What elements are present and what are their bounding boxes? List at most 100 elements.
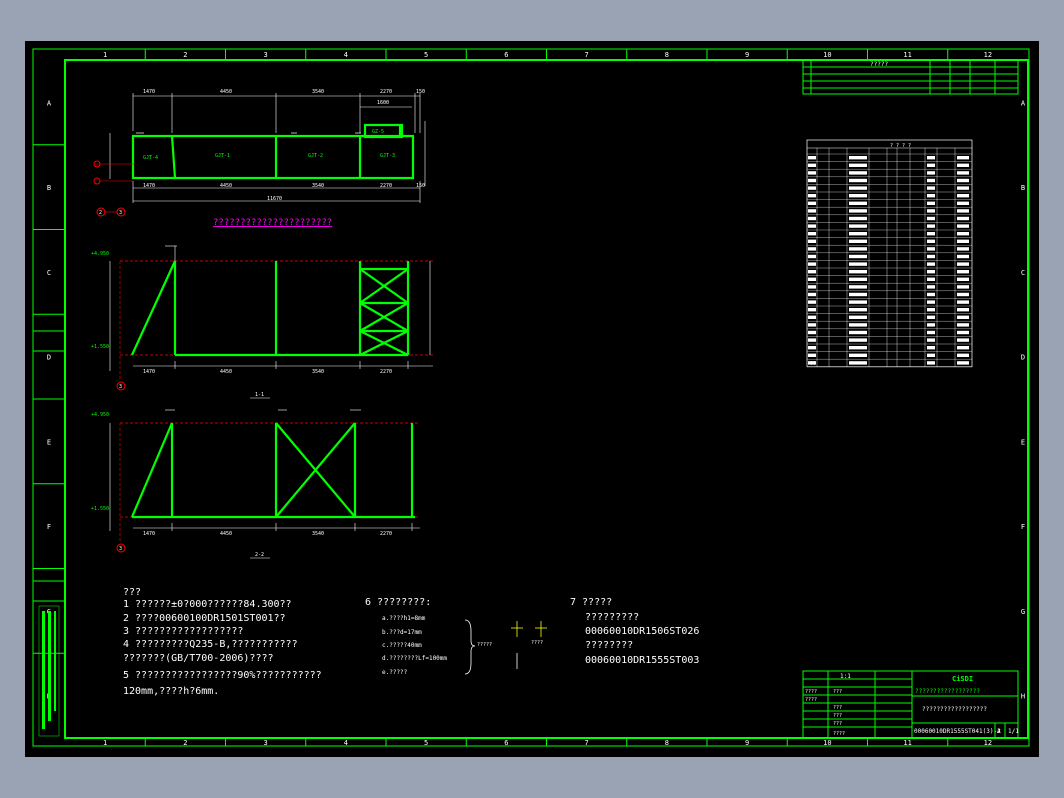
table-cell-text [957,270,969,274]
member-label: GJT-3 [380,153,395,159]
table-cell-text [957,361,969,365]
member-label: GJT-4 [143,155,158,161]
member-label: GJT-1 [215,153,230,159]
column-number: 8 [665,51,669,59]
row-letter: A [47,99,52,107]
drawing-number: 00060010DR1555ST041(3)-2 [914,728,1001,735]
table-cell-text [957,323,969,327]
table-cell-text [808,209,816,213]
table-cell-text [808,224,816,228]
column-number: 7 [585,739,589,747]
table-cell-text [808,194,816,198]
row-grid-ticks: AABBCCDDEEFFGGHH [33,99,1029,701]
note-line: 3 ?????????????????? [123,626,243,637]
table-cell-text [808,186,816,190]
notes-heading: ??? [123,587,141,598]
table-cell-text [808,247,816,251]
column-number: 2 [183,51,187,59]
plan-dim: 3540 [312,89,324,95]
table-cell-text [849,353,867,357]
plan-mark: 2 [99,210,102,216]
table-cell-text [927,330,935,335]
column-number: 8 [665,739,669,747]
elev1-mark: 3 [119,384,122,390]
weld-brace-label: ????? [477,642,492,648]
table-cell-text [808,232,816,236]
reference-notes: 7 ????? ????????? 00060010DR1506ST026 ??… [570,597,699,666]
table-cell-text [927,292,935,297]
table-cell-text [957,224,969,228]
elev-dim: 1470 [143,531,155,537]
table-cell-text [849,156,867,160]
table-cell-text [957,209,969,213]
table-cell-text [927,277,935,281]
general-notes: ??? 1 ??????±0?000??????84.300?? 2 ????0… [123,587,322,697]
table-cell-text [808,171,816,175]
elev-dim: 3540 [312,531,324,537]
table-cell-text [849,216,867,221]
table-cell-text [927,194,935,198]
scale: 1:1 [840,673,851,680]
note-line: ???????(GB/T700-2006)???? [123,653,274,664]
table-cell-text [849,270,867,274]
plan-title: ?????????????????????? [213,218,332,228]
table-cell-text [808,292,816,297]
table-cell-text [808,216,816,221]
material-table: ?? [806,139,973,368]
weld-line: a.????h1=8mm [382,615,426,622]
column-number: 10 [823,739,831,747]
column-number: 2 [183,739,187,747]
weld-heading: 6 ????????: [365,597,431,608]
level-top: +4.950 [91,412,109,418]
table-cell-text [957,194,969,198]
plan-dim: 4450 [220,183,232,189]
table-cell-text [808,277,816,281]
column-number: 11 [903,739,911,747]
tb-row: ???? [805,697,817,703]
plan-mark: 3 [119,210,122,216]
column-number: 5 [424,739,428,747]
column-number: 9 [745,51,749,59]
column-number: 5 [424,51,428,59]
column-number: 12 [984,739,992,747]
elev-dim: 2270 [380,531,392,537]
row-letter: C [1021,269,1025,277]
table-cell-text [927,156,935,160]
elev2-mark: 3 [119,546,122,552]
plan-view: 2 3 ?????????????????????? 1470 4450 354… [93,89,426,228]
drawing-name: ?????????????????? [922,706,987,713]
table-cell-text [957,216,969,221]
table-cell-text [927,262,935,266]
plan-dim: 2270 [380,183,392,189]
table-cell-text [808,338,816,342]
table-cell-text [849,285,867,289]
elev2-caption: 2-2 [255,552,264,558]
elev-dim: 4450 [220,531,232,537]
tb-row: ??? [833,689,842,695]
table-cell-text [849,300,867,304]
table-cell-text [957,308,969,312]
material-table-title: ? ? ? ? [890,143,911,149]
column-number: 4 [344,51,348,59]
table-cell-text [957,186,969,190]
table-cell-text [957,178,969,183]
ref-line: ???????? [585,640,633,651]
table-cell-text [957,247,969,251]
table-cell-text [849,163,867,167]
company-code: CiSDI [952,675,973,683]
column-number: 11 [903,51,911,59]
note-line: 1 ??????±0?000??????84.300?? [123,599,292,610]
ref-line: ????????? [585,612,639,623]
column-number: 3 [264,51,268,59]
tb-row: ??? [833,713,842,719]
table-cell-text [927,361,935,365]
column-number: 9 [745,739,749,747]
note-line: 4 ?????????Q235-B,??????????? [123,639,298,650]
table-cell-text [927,323,935,327]
table-cell-text [957,300,969,304]
member-label: GJT-2 [308,153,323,159]
table-cell-text [849,346,867,350]
table-cell-text [927,216,935,221]
weld-symbol-label: ???? [531,640,543,646]
table-cell-text [927,300,935,304]
